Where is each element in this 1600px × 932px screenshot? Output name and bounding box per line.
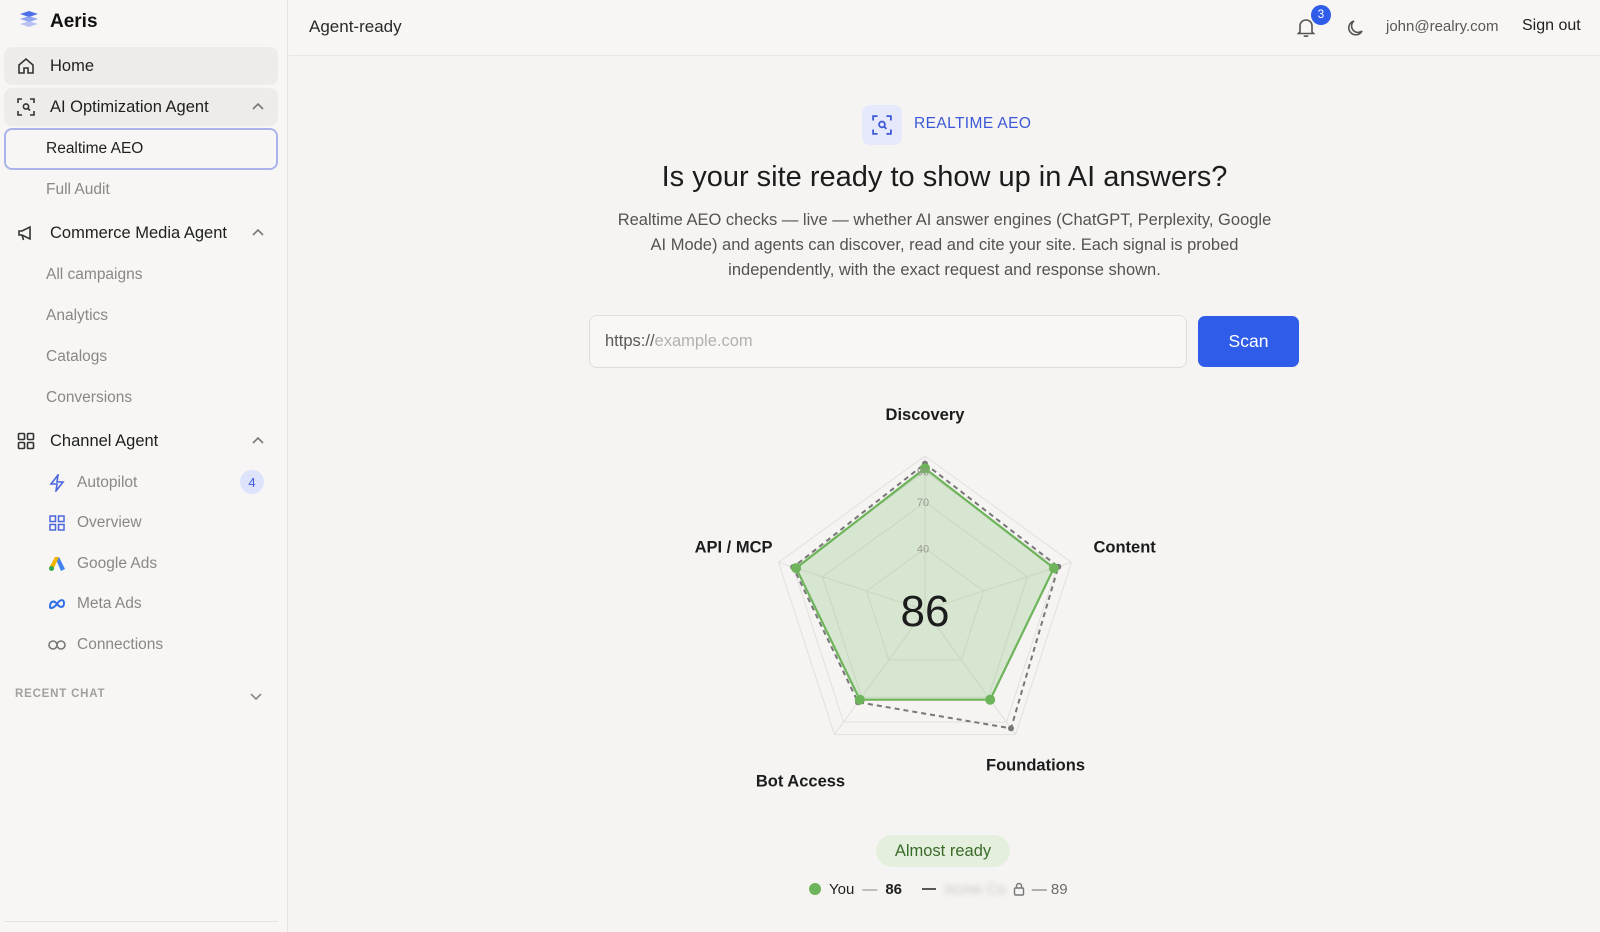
nav-commerce-media-agent[interactable]: Commerce Media Agent — [4, 214, 278, 252]
nav-commerce-agent-label: Commerce Media Agent — [50, 223, 227, 242]
scan-icon — [862, 105, 902, 145]
sidebar-divider — [4, 921, 278, 922]
url-field[interactable]: https:// — [589, 315, 1187, 368]
nav-overview-label: Overview — [77, 514, 142, 531]
brand[interactable]: Aeris — [18, 10, 98, 34]
url-prefix: https:// — [605, 332, 655, 350]
nav-google-ads-label: Google Ads — [77, 555, 158, 572]
autopilot-count-badge: 4 — [240, 470, 264, 494]
user-email: john@realry.com — [1386, 18, 1499, 35]
legend-you-score: 86 — [885, 880, 902, 898]
nav-ai-optimization-agent[interactable]: AI Optimization Agent — [4, 88, 278, 126]
home-icon — [16, 56, 36, 76]
radar-tick-label: 40 — [917, 543, 929, 555]
readiness-radar-chart: 40 70 90 86 Discovery Content Foundations Bot A… — [695, 406, 1157, 791]
nav-catalogs[interactable]: Catalogs — [46, 345, 107, 369]
nav-full-audit[interactable]: Full Audit — [46, 178, 110, 202]
nav-meta-ads[interactable]: Meta Ads — [48, 592, 142, 616]
meta-icon — [48, 595, 66, 613]
nav-channel-agent[interactable]: Channel Agent — [4, 422, 278, 460]
nav-channel-agent-label: Channel Agent — [50, 431, 159, 450]
legend-you-dot — [809, 883, 821, 895]
sign-out-button[interactable]: Sign out — [1522, 17, 1581, 35]
sidebar: Aeris Home AI Optimization Agent Realtim… — [0, 0, 288, 932]
chevron-up-icon[interactable] — [250, 225, 266, 241]
legend-separator: — — [862, 880, 878, 898]
nav-conversions[interactable]: Conversions — [46, 386, 132, 410]
nav-all-campaigns[interactable]: All campaigns — [46, 263, 143, 287]
nav-autopilot-label: Autopilot — [77, 474, 138, 491]
lock-icon[interactable] — [1012, 882, 1026, 896]
radar-tick-label: 70 — [917, 497, 929, 509]
competitor-score-value: 89 — [1050, 880, 1068, 898]
recent-chat-heading: RECENT CHAT — [15, 688, 106, 700]
radar-center-score: 86 — [901, 587, 950, 636]
grid-icon — [48, 514, 66, 532]
radar-axis-label: Content — [1093, 538, 1156, 556]
legend-competitor-line — [922, 888, 936, 890]
main-content: REALTIME AEO Is your site ready to show … — [289, 57, 1600, 932]
radar-axis-label: Bot Access — [756, 773, 845, 791]
grid-icon — [16, 431, 36, 451]
url-input[interactable] — [654, 332, 1135, 351]
section-tag: REALTIME AEO — [914, 115, 1032, 132]
radar-tick-label: 90 — [917, 466, 929, 478]
radar-point-competitor — [1007, 725, 1014, 732]
link-icon — [48, 636, 66, 654]
radar-point-you — [854, 694, 865, 705]
nav-home[interactable]: Home — [4, 47, 278, 85]
aeris-logo-icon — [18, 10, 40, 35]
nav-connections[interactable]: Connections — [48, 633, 163, 657]
radar-axis-label: Foundations — [986, 757, 1085, 775]
nav-google-ads[interactable]: Google Ads — [48, 552, 157, 576]
breadcrumb: Agent-ready — [309, 17, 402, 36]
megaphone-icon — [16, 223, 36, 243]
chevron-down-icon[interactable] — [248, 688, 264, 704]
notification-badge: 3 — [1311, 5, 1331, 25]
page-title: Is your site ready to show up in AI answ… — [661, 161, 1228, 193]
nav-home-label: Home — [50, 56, 95, 75]
legend-competitor-score: — 89 — [1031, 880, 1068, 898]
chevron-up-icon[interactable] — [250, 433, 266, 449]
legend-you-label: You — [829, 880, 855, 898]
nav-meta-ads-label: Meta Ads — [77, 595, 142, 612]
nav-ai-agent-label: AI Optimization Agent — [50, 97, 209, 116]
radar-axis-label: API / MCP — [695, 538, 773, 556]
radar-point-you — [791, 563, 802, 574]
nav-overview[interactable]: Overview — [48, 511, 142, 535]
page-description: Realtime AEO checks — live — whether AI … — [617, 211, 1272, 279]
nav-autopilot[interactable]: Autopilot — [48, 471, 137, 495]
moon-icon[interactable] — [1345, 17, 1367, 39]
lightning-icon — [48, 474, 66, 492]
top-header: Agent-ready 3 john@realry.com Sign out — [289, 0, 1600, 56]
radar-point-you — [1048, 563, 1059, 574]
chart-legend: You — 86 Acme Co — 89 — [809, 877, 1068, 901]
app-name: Aeris — [50, 11, 98, 32]
google-ads-icon — [48, 555, 66, 573]
radar-axis-label: Discovery — [886, 406, 966, 424]
nav-analytics[interactable]: Analytics — [46, 304, 108, 328]
chevron-up-icon[interactable] — [250, 99, 266, 115]
scan-button[interactable]: Scan — [1198, 316, 1299, 367]
legend-competitor-name: Acme Co — [944, 880, 1006, 898]
status-badge: Almost ready — [876, 835, 1010, 867]
radar-point-you — [985, 694, 996, 705]
nav-connections-label: Connections — [77, 636, 164, 653]
nav-realtime-aeo[interactable]: Realtime AEO — [4, 128, 278, 170]
scan-icon — [16, 97, 36, 117]
